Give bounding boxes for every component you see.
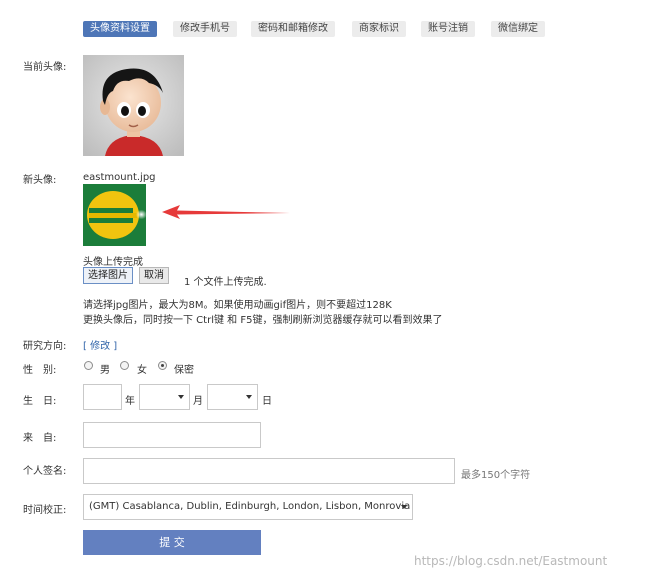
gender-secret-label: 保密 xyxy=(174,365,194,376)
day-unit: 日 xyxy=(262,396,272,407)
from-label: 来 自: xyxy=(23,433,57,444)
gender-male-label: 男 xyxy=(100,365,110,376)
signature-label: 个人签名: xyxy=(23,466,67,477)
tab-wechat-bind[interactable]: 微信绑定 xyxy=(491,21,545,37)
chevron-down-icon xyxy=(246,395,252,399)
tab-merchant-badge[interactable]: 商家标识 xyxy=(352,21,406,37)
month-unit: 月 xyxy=(193,396,203,407)
upload-status: 头像上传完成 xyxy=(83,257,143,268)
birth-month-select[interactable] xyxy=(139,384,190,410)
cancel-button[interactable]: 取消 xyxy=(139,267,169,284)
gender-secret-radio[interactable] xyxy=(158,361,167,370)
timezone-select[interactable]: (GMT) Casablanca, Dublin, Edinburgh, Lon… xyxy=(83,494,413,520)
watermark: https://blog.csdn.net/Eastmount xyxy=(414,554,608,568)
birthday-label: 生 日: xyxy=(23,396,57,407)
timezone-label: 时间校正: xyxy=(23,505,67,516)
chevron-down-icon xyxy=(178,395,184,399)
tab-avatar-profile[interactable]: 头像资料设置 xyxy=(83,21,157,37)
choose-image-button[interactable]: 选择图片 xyxy=(83,267,133,284)
from-input[interactable] xyxy=(83,422,261,448)
red-arrow-icon xyxy=(160,204,292,220)
timezone-value: (GMT) Casablanca, Dublin, Edinburgh, Lon… xyxy=(89,501,411,512)
tab-change-phone[interactable]: 修改手机号 xyxy=(173,21,237,37)
upload-hint-1: 请选择jpg图片，最大为8M。如果使用动画gif图片，则不要超过128K xyxy=(83,300,392,311)
new-avatar-filename: eastmount.jpg xyxy=(83,172,156,183)
file-upload-status: 1 个文件上传完成. xyxy=(184,277,267,288)
tab-password-email[interactable]: 密码和邮箱修改 xyxy=(251,21,335,37)
year-unit: 年 xyxy=(125,396,135,407)
signature-limit-hint: 最多150个字符 xyxy=(461,470,531,481)
research-edit-link[interactable]: [ 修改 ] xyxy=(83,337,117,352)
gender-male-radio[interactable] xyxy=(84,361,93,370)
birth-day-select[interactable] xyxy=(207,384,258,410)
new-avatar-label: 新头像: xyxy=(23,175,57,186)
gender-label: 性 别: xyxy=(23,365,57,376)
new-avatar-preview xyxy=(83,184,147,246)
submit-button[interactable]: 提 交 xyxy=(83,530,261,555)
upload-hint-2: 更换头像后，同时按一下 Ctrl键 和 F5键，强制刷新浏览器缓存就可以看到效果… xyxy=(83,315,443,326)
chevron-down-icon xyxy=(401,505,407,509)
gender-female-radio[interactable] xyxy=(120,361,129,370)
tab-account-cancel[interactable]: 账号注销 xyxy=(421,21,475,37)
birth-year-input[interactable] xyxy=(83,384,122,410)
gender-female-label: 女 xyxy=(137,365,147,376)
current-avatar-label: 当前头像: xyxy=(23,62,67,73)
signature-input[interactable] xyxy=(83,458,455,484)
research-label: 研究方向: xyxy=(23,341,67,352)
current-avatar-image xyxy=(83,55,184,156)
